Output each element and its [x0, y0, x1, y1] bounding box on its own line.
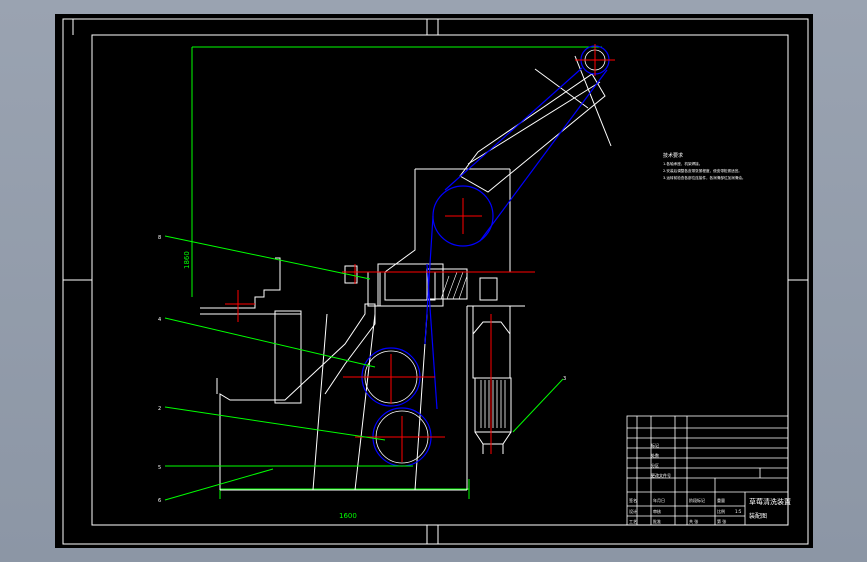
tb-label-11: 阶段标记 — [689, 497, 705, 503]
dim-width: 1600 — [339, 512, 357, 520]
tb-label-8: 审核 — [653, 508, 661, 514]
assembly-drawing: 1860 1600 8 4 2 5 6 3 技术要求 1.各轴承座、机架焊接。 … — [62, 18, 809, 545]
tb-label-12: 重量 — [717, 497, 725, 503]
center-lines — [225, 44, 615, 462]
notes-line-1: 1.各轴承座、机架焊接。 — [663, 161, 702, 166]
balloon-5: 6 — [158, 498, 161, 504]
tb-label-4: 更改文件号 — [651, 472, 671, 478]
balloon-6: 3 — [563, 376, 566, 382]
balloon-3: 2 — [158, 406, 161, 412]
dim-height: 1860 — [183, 251, 191, 269]
drawing-name: 草莓清洗装置 — [749, 497, 791, 506]
section-hatch — [440, 271, 468, 300]
title-block-text: 标记 处数 分区 更改文件号 签名 年月日 设计 审核 工艺 批准 阶段标记 重… — [629, 442, 791, 524]
tb-label-9: 工艺 — [629, 519, 637, 524]
technical-notes: 技术要求 1.各轴承座、机架焊接。 2.安装后调整各皮带张紧程度，使皮带松紧适宜… — [663, 152, 746, 180]
cad-viewport[interactable]: 1860 1600 8 4 2 5 6 3 技术要求 1.各轴承座、机架焊接。 … — [55, 14, 813, 548]
tb-label-10: 批准 — [653, 518, 661, 524]
balloon-2: 4 — [158, 317, 161, 323]
tb-label-3: 分区 — [651, 462, 659, 468]
tb-label-5: 签名 — [629, 497, 637, 503]
notes-line-3: 3.运转前检查各部位连接件，各润滑部位加润滑油。 — [663, 175, 746, 180]
tb-label-7: 设计 — [629, 508, 637, 514]
tb-label-6: 年月日 — [653, 497, 665, 503]
tb-label-13: 比例 — [717, 508, 725, 514]
motor-fins — [480, 380, 506, 428]
tb-label-14: 共 张 — [689, 518, 698, 524]
tb-label-15: 第 张 — [717, 518, 726, 524]
title-block — [626, 415, 789, 526]
tb-label-2: 处数 — [651, 452, 659, 458]
sheet-label: 装配图 — [749, 512, 767, 520]
machine-outline — [200, 55, 612, 491]
tb-label-1: 标记 — [651, 442, 659, 448]
notes-line-2: 2.安装后调整各皮带张紧程度，使皮带松紧适宜。 — [663, 168, 742, 173]
notes-title: 技术要求 — [663, 152, 683, 159]
balloon-1: 8 — [158, 235, 161, 241]
balloon-4: 5 — [158, 465, 161, 471]
scale-value: 1:5 — [735, 509, 742, 514]
pulleys-and-belts — [361, 45, 610, 467]
dimension-lines — [191, 46, 602, 499]
balloon-labels: 8 4 2 5 6 3 — [158, 235, 566, 504]
